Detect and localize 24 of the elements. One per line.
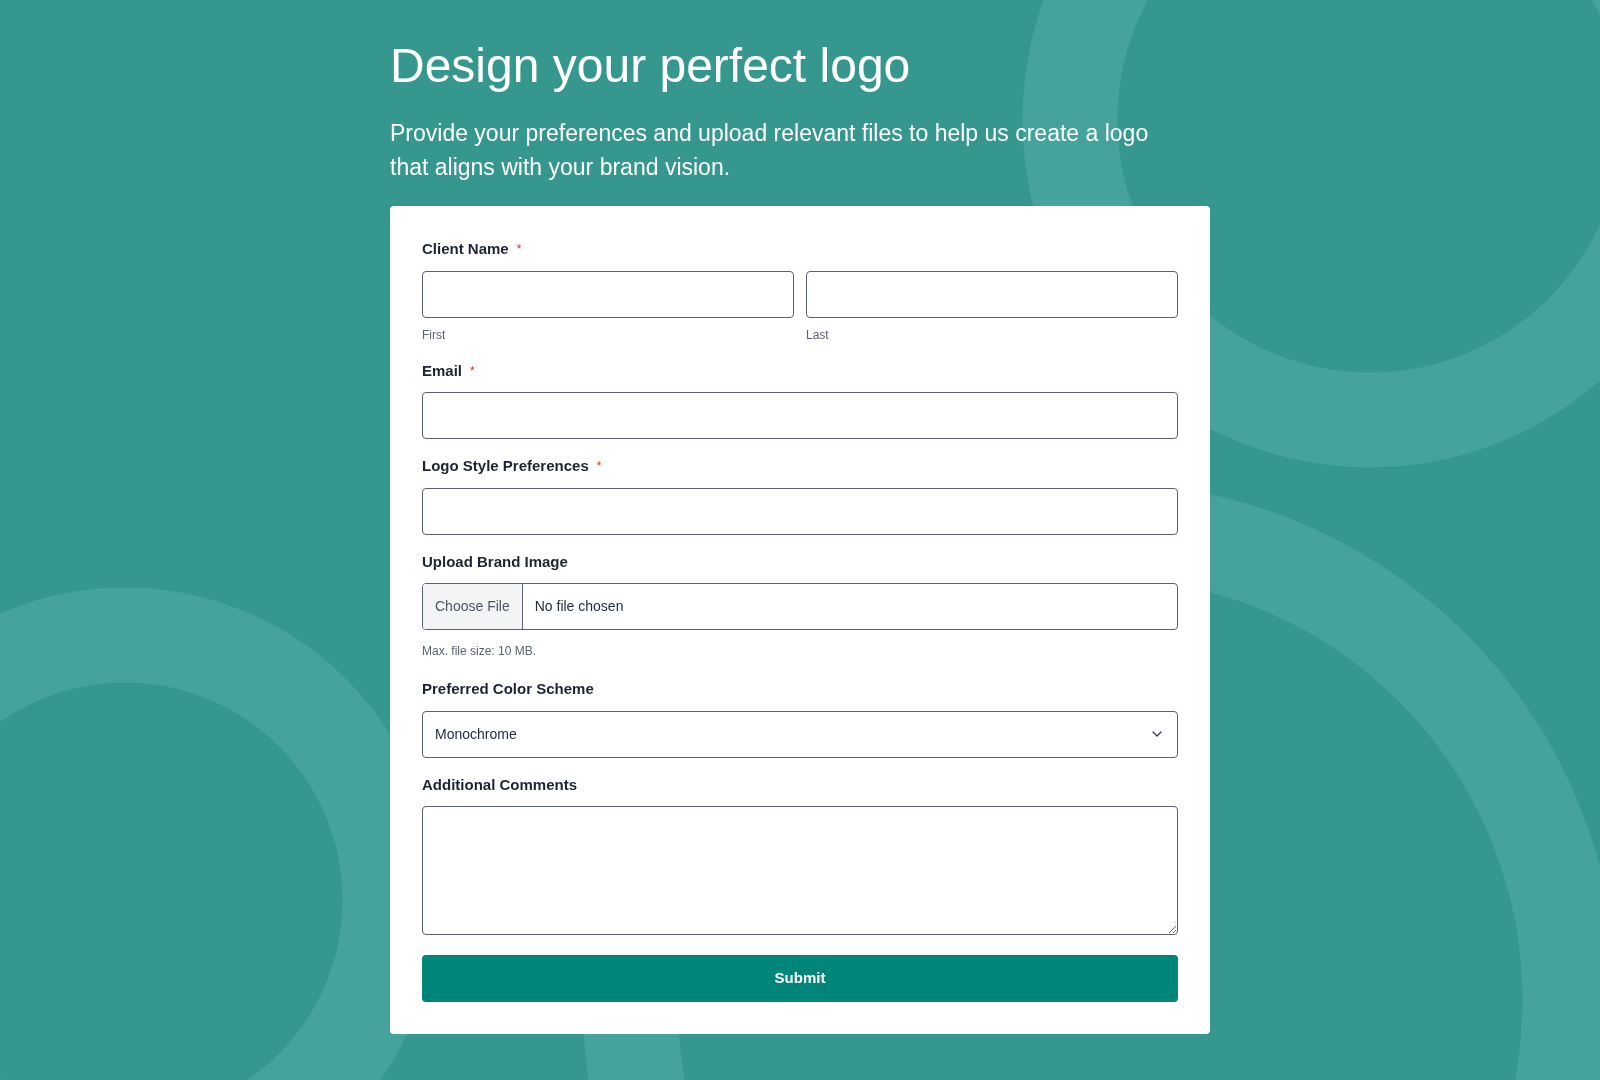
select-field[interactable]: Monochrome bbox=[422, 710, 1178, 758]
page-subtitle: Provide your preferences and upload relevant files to help us create a logo that aligns with your brand vision. bbox=[390, 119, 1150, 182]
field-label: Logo Style Preferences bbox=[422, 456, 589, 476]
hint-text: Max. file size: 10 MB. bbox=[422, 644, 537, 658]
required-asterisk: * bbox=[516, 241, 522, 259]
field-label: Upload Brand Image bbox=[422, 551, 568, 572]
text-input[interactable] bbox=[422, 487, 1178, 535]
page-title: Design your perfect logo bbox=[390, 38, 912, 94]
sub-label: Last bbox=[806, 326, 829, 344]
required-asterisk: * bbox=[470, 362, 475, 380]
file-input[interactable]: Choose File No file chosen bbox=[422, 583, 1178, 630]
field-label: Additional Comments bbox=[422, 774, 577, 795]
text-input[interactable] bbox=[422, 392, 1178, 439]
field-label: Client Name bbox=[422, 239, 509, 259]
textarea-field[interactable] bbox=[422, 806, 1178, 935]
text-input[interactable] bbox=[806, 270, 1178, 318]
field-label: Preferred Color Scheme bbox=[422, 679, 594, 699]
submit-button[interactable]: Submit bbox=[422, 955, 1178, 1002]
required-asterisk: * bbox=[596, 458, 602, 476]
sub-label: First bbox=[422, 326, 446, 344]
file-status: No file chosen bbox=[533, 597, 625, 616]
choose-file-button[interactable]: Choose File bbox=[423, 584, 523, 629]
field-label: Email bbox=[422, 360, 463, 381]
text-input[interactable] bbox=[422, 270, 794, 318]
